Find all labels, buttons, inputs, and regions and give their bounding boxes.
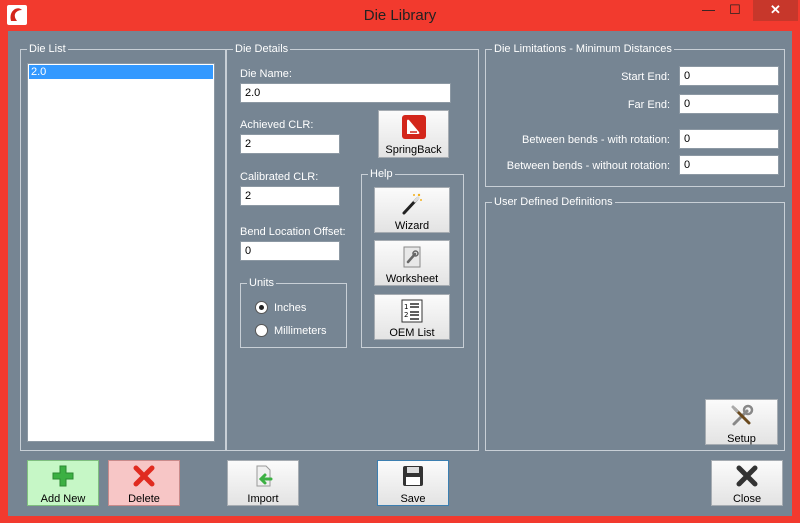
millimeters-radio[interactable]: [255, 324, 268, 337]
oem-list-label: OEM List: [389, 327, 435, 339]
die-details-title: Die Details: [233, 42, 291, 56]
setup-label: Setup: [727, 433, 756, 445]
springback-label: SpringBack: [385, 144, 442, 156]
worksheet-button[interactable]: Worksheet: [374, 240, 450, 286]
import-icon: [256, 465, 273, 487]
window-close-button[interactable]: ✕: [753, 0, 798, 21]
units-title: Units: [247, 276, 277, 290]
close-x-icon: [736, 465, 758, 487]
window-title: Die Library: [363, 7, 437, 24]
tools-icon: [731, 404, 753, 426]
magic-wand-icon: [402, 193, 422, 215]
start-end-input[interactable]: 0: [679, 66, 779, 86]
user-defined-definitions-group: User Defined Definitions Setup: [485, 195, 785, 451]
import-button[interactable]: Import: [227, 460, 299, 506]
client-area: Die List 2.0 Die Details Die Name: 2.0 A…: [8, 31, 792, 516]
worksheet-icon: [403, 246, 421, 268]
floppy-disk-icon: [403, 466, 423, 486]
millimeters-label: Millimeters: [274, 325, 327, 337]
die-list-group: Die List 2.0: [20, 42, 226, 451]
die-name-label: Die Name:: [240, 68, 292, 80]
bend-location-offset-input[interactable]: 0: [240, 241, 340, 261]
svg-text:1: 1: [404, 303, 408, 311]
die-limitations-title: Die Limitations - Minimum Distances: [492, 42, 674, 56]
die-limitations-group: Die Limitations - Minimum Distances Star…: [485, 42, 785, 187]
delete-button[interactable]: Delete: [108, 460, 180, 506]
close-button[interactable]: Close: [711, 460, 783, 506]
die-library-window: Die Library — ☐ ✕ Die List 2.0 Die Detai…: [0, 0, 800, 523]
close-label: Close: [732, 493, 762, 505]
import-label: Import: [247, 493, 279, 505]
maximize-button[interactable]: ☐: [722, 0, 748, 21]
bend-location-offset-label: Bend Location Offset:: [240, 226, 346, 238]
far-end-label: Far End:: [627, 99, 670, 111]
wizard-label: Wizard: [394, 220, 430, 232]
achieved-clr-label: Achieved CLR:: [240, 119, 314, 131]
start-end-label: Start End:: [621, 71, 670, 83]
die-list-box[interactable]: 2.0: [27, 63, 215, 442]
between-bends-without-rotation-label: Between bends - without rotation:: [506, 160, 670, 172]
help-title: Help: [368, 167, 395, 181]
minimize-button[interactable]: —: [695, 0, 722, 21]
die-name-input[interactable]: 2.0: [240, 83, 451, 103]
add-new-button[interactable]: Add New: [27, 460, 99, 506]
list-item[interactable]: 2.0: [29, 65, 213, 79]
between-bends-with-rotation-input[interactable]: 0: [679, 129, 779, 149]
save-button[interactable]: Save: [377, 460, 449, 506]
worksheet-label: Worksheet: [385, 273, 439, 285]
help-group: Help Wizard Worksheet 1 2 OEM List: [361, 167, 464, 348]
achieved-clr-input[interactable]: 2: [240, 134, 340, 154]
between-bends-without-rotation-input[interactable]: 0: [679, 155, 779, 175]
springback-button[interactable]: SpringBack: [378, 110, 449, 158]
title-bar[interactable]: Die Library — ☐ ✕: [0, 0, 800, 31]
die-details-group: Die Details Die Name: 2.0 Achieved CLR: …: [226, 42, 479, 451]
die-list-title: Die List: [27, 42, 68, 56]
inches-label: Inches: [274, 302, 307, 314]
plus-icon: [52, 465, 74, 487]
calibrated-clr-input[interactable]: 2: [240, 186, 340, 206]
user-defined-definitions-title: User Defined Definitions: [492, 195, 615, 209]
add-new-label: Add New: [40, 493, 86, 505]
delete-label: Delete: [128, 493, 160, 505]
numbered-list-icon: 1 2: [401, 299, 423, 323]
delete-x-icon: [133, 465, 155, 487]
springback-icon: [401, 115, 426, 139]
units-group: Units Inches Millimeters: [240, 276, 347, 348]
save-label: Save: [400, 493, 426, 505]
svg-text:2: 2: [404, 311, 408, 319]
setup-button[interactable]: Setup: [705, 399, 778, 445]
inches-radio[interactable]: [255, 301, 268, 314]
oem-list-button[interactable]: 1 2 OEM List: [374, 294, 450, 340]
calibrated-clr-label: Calibrated CLR:: [240, 171, 319, 183]
far-end-input[interactable]: 0: [679, 94, 779, 114]
wizard-button[interactable]: Wizard: [374, 187, 450, 233]
between-bends-with-rotation-label: Between bends - with rotation:: [522, 134, 670, 146]
